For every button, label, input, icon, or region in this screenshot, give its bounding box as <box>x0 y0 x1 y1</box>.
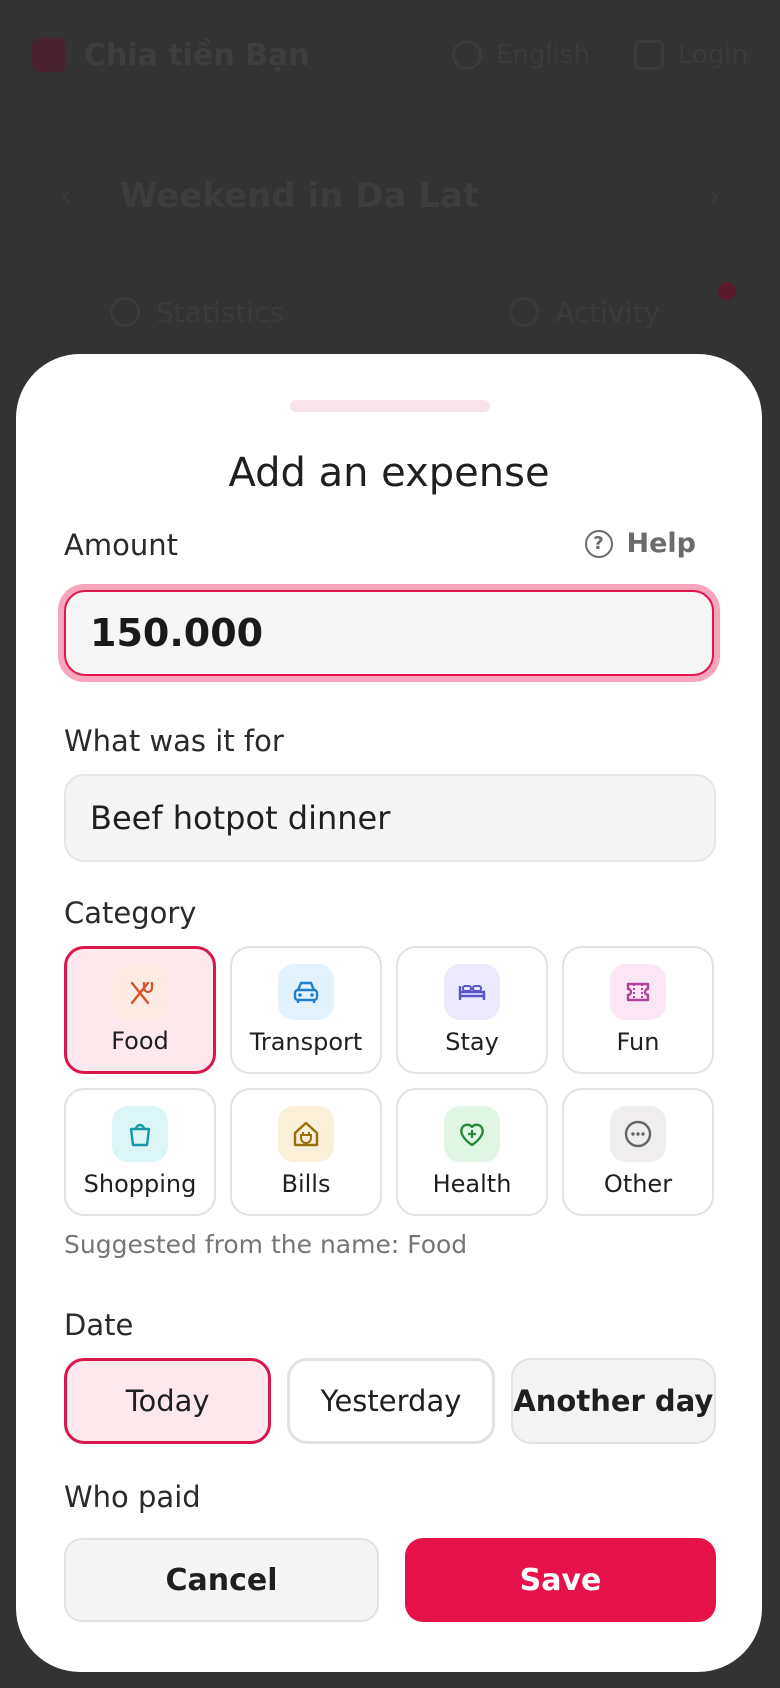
plug-house-icon <box>278 1106 334 1162</box>
sheet-drag-handle[interactable] <box>290 400 490 412</box>
category-health[interactable]: Health <box>396 1088 548 1216</box>
category-other[interactable]: Other <box>562 1088 714 1216</box>
help-button[interactable]: ? Help <box>584 528 697 559</box>
chevron-right-icon: › <box>708 178 720 214</box>
login-icon <box>633 40 664 70</box>
description-label: What was it for <box>64 724 284 758</box>
category-label-text: Stay <box>445 1028 499 1056</box>
ticket-icon <box>610 964 666 1020</box>
payer-label: Who paid <box>64 1480 201 1514</box>
bed-icon <box>444 964 500 1020</box>
amount-input[interactable]: 150.000 <box>64 590 714 676</box>
category-bills[interactable]: Bills <box>230 1088 382 1216</box>
notification-dot <box>718 282 736 300</box>
category-label-text: Other <box>603 1170 673 1198</box>
app-name: Chia tiền Bạn <box>84 37 310 73</box>
globe-icon <box>451 40 482 70</box>
category-fun[interactable]: Fun <box>562 946 714 1074</box>
date-today-button[interactable]: Today <box>64 1358 272 1444</box>
category-label-text: Food <box>111 1027 169 1055</box>
category-label-text: Fun <box>616 1028 660 1056</box>
category-grid: Food Transport Stay Fun Shopping Bills Health O… <box>64 946 716 1216</box>
category-label-text: Health <box>432 1170 512 1198</box>
shopping-bag-icon <box>112 1106 168 1162</box>
category-label-text: Transport <box>249 1028 363 1056</box>
tab-activity: Activity <box>509 296 660 329</box>
activity-icon <box>509 297 540 327</box>
date-options: Today Yesterday Another day <box>64 1358 716 1444</box>
trip-title: Weekend in Da Lat <box>120 176 480 216</box>
help-label: Help <box>626 528 697 559</box>
category-transport[interactable]: Transport <box>230 946 382 1074</box>
car-icon <box>278 964 334 1020</box>
category-food[interactable]: Food <box>64 946 216 1074</box>
add-expense-sheet: Add an expense Amount ? Help 150.000 Wha… <box>16 354 762 1672</box>
utensils-icon <box>112 965 168 1021</box>
heart-plus-icon <box>444 1106 500 1162</box>
date-yesterday-button[interactable]: Yesterday <box>287 1358 495 1444</box>
back-arrow-icon: ‹ <box>60 178 72 214</box>
trip-tabs: Statistics Activity <box>110 290 720 334</box>
category-shopping[interactable]: Shopping <box>64 1088 216 1216</box>
amount-focus-ring: 150.000 <box>58 584 720 682</box>
help-question-icon: ? <box>584 529 613 558</box>
date-label: Date <box>64 1308 134 1342</box>
category-label-text: Bills <box>281 1170 331 1198</box>
category-label-text: Shopping <box>83 1170 197 1198</box>
action-buttons: Cancel Save <box>64 1538 716 1622</box>
category-label: Category <box>64 896 197 930</box>
description-input[interactable]: Beef hotpot dinner <box>64 774 716 862</box>
statistics-icon <box>110 297 140 327</box>
login-link: Login <box>677 40 748 70</box>
more-dots-icon <box>610 1106 666 1162</box>
language-selector: English <box>495 40 590 70</box>
tab-statistics: Statistics <box>110 296 284 329</box>
category-stay[interactable]: Stay <box>396 946 548 1074</box>
date-another-day-button[interactable]: Another day <box>510 1358 716 1444</box>
amount-label: Amount <box>64 528 178 562</box>
sheet-title: Add an expense <box>228 450 550 496</box>
trip-bar: ‹ Weekend in Da Lat › <box>60 170 720 222</box>
category-suggestion: Suggested from the name: Food <box>64 1230 468 1259</box>
save-button[interactable]: Save <box>405 1538 716 1622</box>
app-logo <box>32 38 66 72</box>
app-header: Chia tiền Bạn English Login <box>32 30 748 80</box>
cancel-button[interactable]: Cancel <box>64 1538 379 1622</box>
